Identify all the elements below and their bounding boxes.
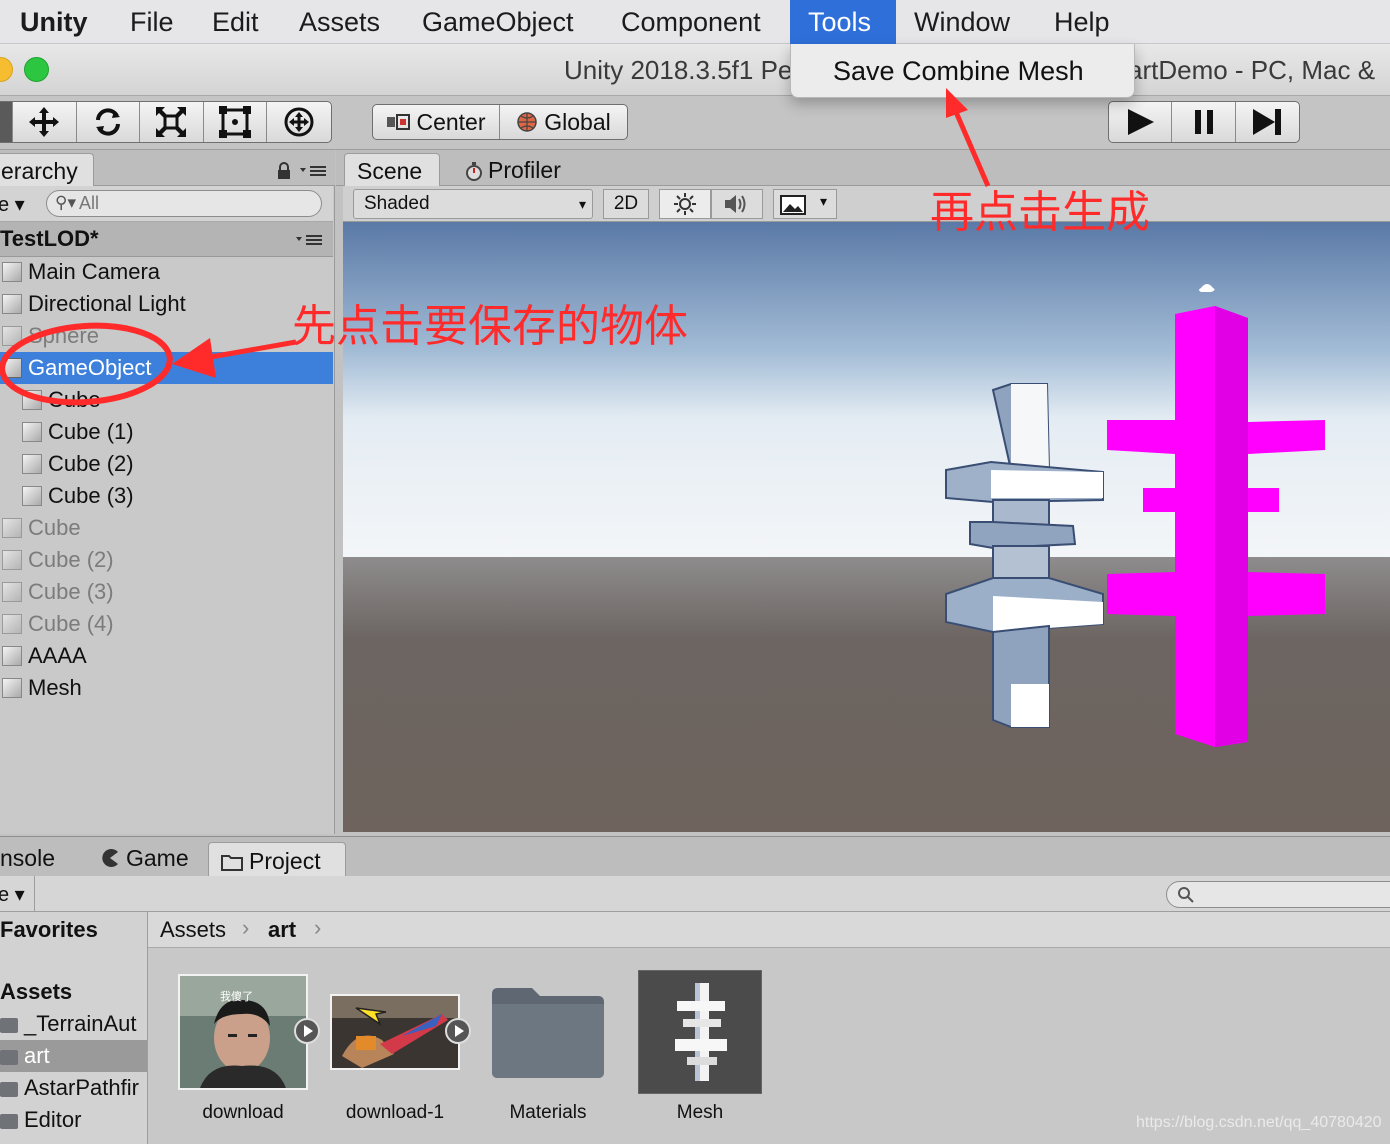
folder-label: art bbox=[24, 1043, 50, 1068]
annotation-arrowhead-1 bbox=[172, 338, 216, 378]
folder-icon bbox=[221, 855, 243, 871]
chevron-right-icon: › bbox=[242, 915, 250, 940]
annotation-arrow-2 bbox=[953, 111, 991, 187]
toolbar-divider bbox=[34, 876, 35, 912]
asset-label: download bbox=[202, 1102, 284, 1123]
asset-label: download-1 bbox=[345, 1102, 445, 1123]
project-create-label: e bbox=[0, 884, 10, 906]
asset-label: Materials bbox=[509, 1102, 587, 1123]
folder-art[interactable]: art bbox=[0, 1040, 147, 1072]
annotation-arrowhead-2 bbox=[946, 88, 968, 118]
annotation-step1-text: 先点击要保存的物体 bbox=[292, 302, 688, 351]
assets-root[interactable]: Assets bbox=[0, 976, 147, 1008]
breadcrumb: Assets › art › bbox=[148, 912, 1390, 948]
tab-console-label: nsole bbox=[0, 845, 55, 871]
folder-icon bbox=[0, 1082, 18, 1097]
assets-root-label: Assets bbox=[0, 979, 73, 1004]
tab-project-label: Project bbox=[249, 848, 321, 874]
play-icon bbox=[455, 1025, 464, 1037]
search-icon bbox=[1178, 887, 1194, 903]
asset-download[interactable]: 我傻了 bbox=[178, 974, 308, 1090]
watermark: https://blog.csdn.net/qq_40780420 bbox=[1136, 1114, 1382, 1131]
annotation-circle bbox=[0, 322, 173, 406]
tab-game-label: Game bbox=[126, 845, 189, 871]
game-pacman-icon bbox=[102, 849, 118, 867]
project-toolbar: e ▾ bbox=[0, 876, 1390, 912]
video-thumbnail bbox=[332, 996, 458, 1068]
favorites-header[interactable]: Favorites bbox=[0, 914, 147, 946]
thumbnail-caption: 我傻了 bbox=[220, 991, 253, 1003]
folder-icon bbox=[492, 988, 604, 1078]
breadcrumb-art[interactable]: art bbox=[268, 917, 296, 943]
tab-console[interactable]: nsole bbox=[0, 840, 67, 876]
folder-terrain[interactable]: _TerrainAut bbox=[0, 1008, 147, 1040]
favorites-label: Favorites bbox=[0, 917, 98, 942]
folder-astar[interactable]: AstarPathfir bbox=[0, 1072, 147, 1104]
bottom-tab-strip: nsole Game Project bbox=[0, 836, 1390, 877]
asset-materials-folder[interactable] bbox=[490, 984, 606, 1080]
folder-icon bbox=[0, 1050, 18, 1065]
asset-label: Mesh bbox=[676, 1102, 724, 1123]
asset-download-1[interactable] bbox=[330, 994, 460, 1070]
breadcrumb-assets[interactable]: Assets bbox=[160, 917, 226, 943]
asset-mesh[interactable] bbox=[638, 970, 762, 1094]
folder-editor[interactable]: Editor bbox=[0, 1104, 147, 1136]
annotation-step2-text: 再点击生成 bbox=[930, 188, 1150, 237]
folder-icon bbox=[0, 1114, 18, 1129]
folder-icon bbox=[0, 1018, 18, 1033]
annotation-arrow-1 bbox=[204, 339, 297, 361]
tab-project[interactable]: Project bbox=[208, 842, 346, 877]
folder-label: _TerrainAut bbox=[24, 1011, 137, 1036]
folder-label: AstarPathfir bbox=[24, 1075, 139, 1100]
mesh-preview-thumbnail bbox=[675, 983, 727, 1081]
folder-label: Editor bbox=[24, 1107, 82, 1132]
play-icon bbox=[304, 1025, 313, 1037]
project-sidebar: Favorites Assets _TerrainAut art AstarPa… bbox=[0, 912, 148, 1144]
tab-game[interactable]: Game bbox=[88, 840, 201, 876]
project-create-dropdown[interactable]: e ▾ bbox=[0, 882, 25, 907]
play-preview-button[interactable] bbox=[294, 1018, 320, 1044]
project-search-input[interactable] bbox=[1166, 881, 1390, 908]
chevron-right-icon: › bbox=[314, 915, 322, 940]
play-preview-button[interactable] bbox=[445, 1018, 471, 1044]
